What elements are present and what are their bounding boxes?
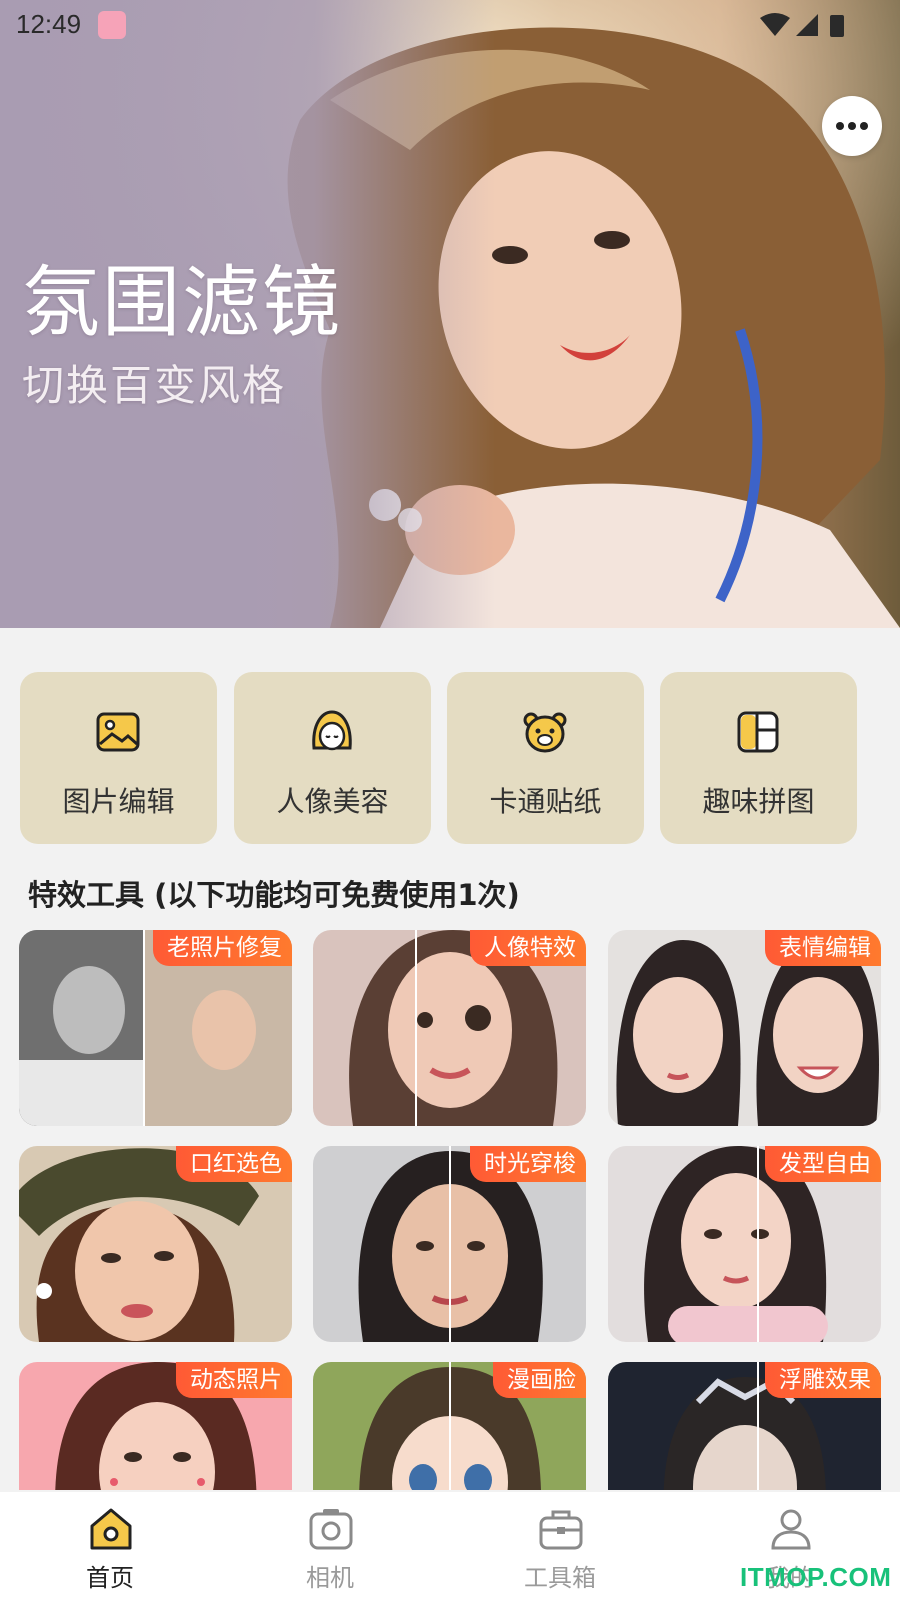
effect-badge: 漫画脸 [493,1362,586,1398]
cartoon-bear-icon [523,712,567,753]
effect-badge: 老照片修复 [153,930,292,966]
profile-icon [771,1509,811,1550]
category-collage[interactable]: 趣味拼图 [660,672,857,844]
category-label: 卡通贴纸 [489,785,602,818]
effect-tile-hairstyle[interactable]: 发型自由 [608,1146,881,1342]
status-icons [760,13,844,37]
category-label: 趣味拼图 [702,785,815,818]
effects-grid: 老照片修复 人像特效 表情编辑 口红选色 时光穿梭 发型自由 动态照片 漫画脸 … [0,930,900,1490]
effect-badge: 动态照片 [176,1362,292,1398]
hero-title: 氛围滤镜 [22,258,343,348]
toolbox-icon [539,1510,583,1550]
nav-label: 工具箱 [524,1564,596,1592]
image-edit-icon [96,712,140,752]
effect-tile-motion-photo[interactable]: 动态照片 [19,1362,292,1490]
nav-tab-toolbox[interactable]: 工具箱 [450,1492,670,1600]
effect-badge: 表情编辑 [765,930,881,966]
wifi-icon [760,13,790,36]
section-title: 特效工具 (以下功能均可免费使用1次) [28,878,520,912]
camera-icon [309,1509,353,1550]
effect-badge: 人像特效 [470,930,586,966]
signal-icon [796,14,818,36]
effect-tile-expression-edit[interactable]: 表情编辑 [608,930,881,1126]
category-portrait-beauty[interactable]: 人像美容 [234,672,431,844]
app-screen: 12:49 氛围滤镜 切换百变风格 图片编辑 人像美容 卡通贴纸 趣味拼图 特效… [0,0,900,1600]
effect-tile-comic-face[interactable]: 漫画脸 [313,1362,586,1490]
status-bar: 12:49 [0,0,900,48]
effect-tile-lipstick[interactable]: 口红选色 [19,1146,292,1342]
effect-tile-old-photo-repair[interactable]: 老照片修复 [19,930,292,1126]
effect-badge: 口红选色 [176,1146,292,1182]
hero-banner[interactable]: 12:49 氛围滤镜 切换百变风格 [0,0,900,628]
effect-tile-relief[interactable]: 浮雕效果 [608,1362,881,1490]
hero-subtitle: 切换百变风格 [22,361,287,410]
category-label: 图片编辑 [62,785,175,818]
nav-tab-camera[interactable]: 相机 [220,1492,440,1600]
portrait-beauty-icon [312,710,352,751]
effect-badge: 时光穿梭 [470,1146,586,1182]
category-row: 图片编辑 人像美容 卡通贴纸 趣味拼图 [20,672,880,844]
effect-badge: 浮雕效果 [765,1362,881,1398]
effect-tile-portrait-effect[interactable]: 人像特效 [313,930,586,1126]
home-icon [90,1508,132,1550]
status-time: 12:49 [16,9,82,39]
nav-label: 首页 [86,1564,134,1592]
category-cartoon-sticker[interactable]: 卡通贴纸 [447,672,644,844]
more-button[interactable] [822,96,882,156]
category-label: 人像美容 [276,785,389,818]
more-dots-icon [836,122,868,130]
nav-label: 相机 [306,1564,354,1592]
effect-badge: 发型自由 [765,1146,881,1182]
app-notification-icon [98,11,126,39]
site-watermark: ITMOP.COM [740,1562,892,1592]
battery-icon [830,15,844,37]
nav-tab-home[interactable]: 首页 [0,1492,220,1600]
category-image-edit[interactable]: 图片编辑 [20,672,217,844]
collage-icon [737,711,779,753]
effect-tile-time-travel[interactable]: 时光穿梭 [313,1146,586,1342]
